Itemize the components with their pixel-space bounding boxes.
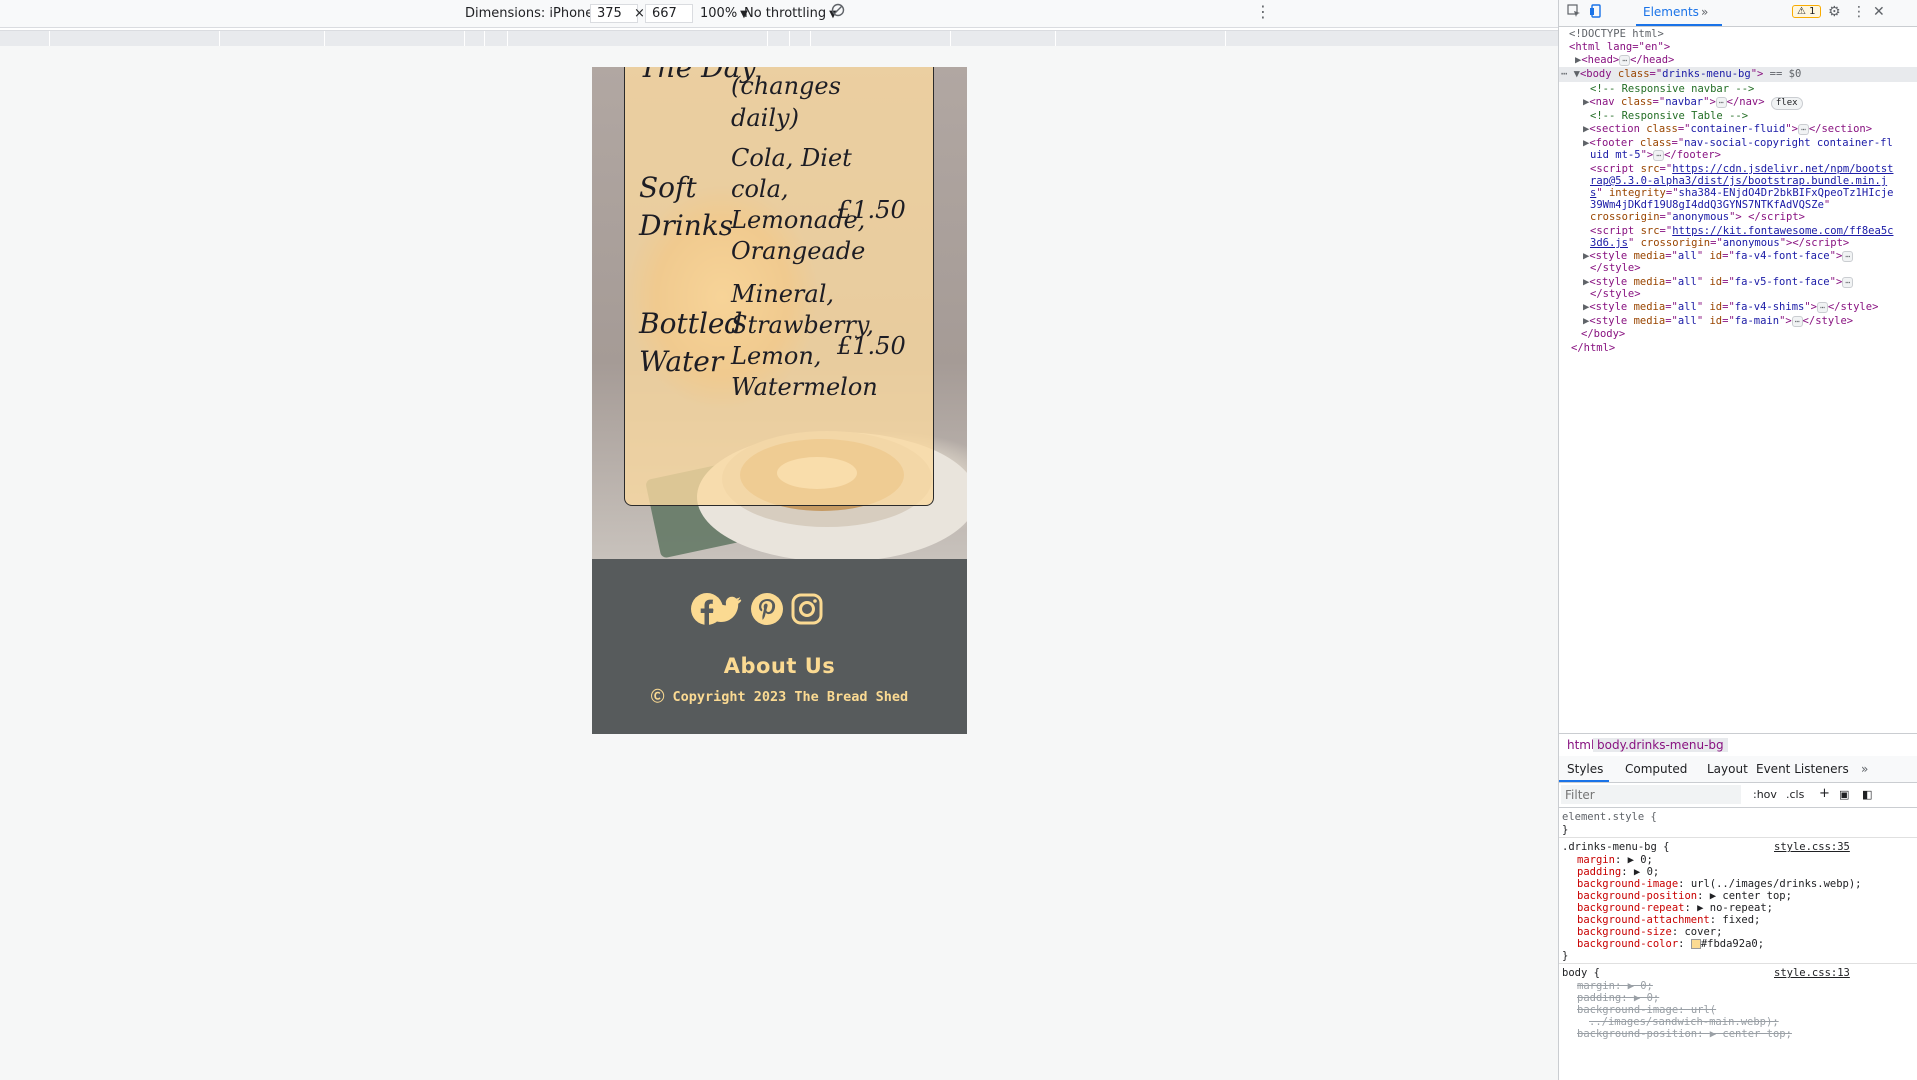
media-query-ruler <box>0 30 1558 47</box>
devtools-tabbar: Elements » ⚠ 1 ⚙ ⋮ ✕ <box>1559 0 1917 27</box>
device-viewport-area: The Day (changes daily) Soft Drinks Cola… <box>0 46 1558 1080</box>
inspect-element-icon[interactable] <box>1567 4 1581 22</box>
menu-item-price: £1.50 <box>837 196 906 224</box>
hover-state-toggle[interactable]: :hov <box>1753 788 1777 801</box>
styles-tabbar: Styles Computed Layout Event Listeners » <box>1559 756 1917 783</box>
throttling-dropdown[interactable]: No throttling ▼ <box>744 6 837 21</box>
menu-item-desc-line: Orangeade <box>731 237 866 265</box>
warnings-badge[interactable]: ⚠ 1 <box>1792 5 1821 18</box>
gear-icon[interactable]: ⚙ <box>1828 4 1841 20</box>
menu-item-name: Water <box>639 345 724 378</box>
rule-selector[interactable]: body { <box>1562 966 1600 980</box>
device-screen: The Day (changes daily) Soft Drinks Cola… <box>592 67 967 734</box>
dom-tree: <!DOCTYPE html> <html lang="en"> ▶<head>… <box>1559 27 1917 727</box>
rotate-icon[interactable] <box>831 3 845 21</box>
device-toggle-icon[interactable] <box>1589 4 1603 22</box>
css-declaration[interactable]: background-color: #fbda92a0; <box>1577 937 1764 951</box>
about-us-link[interactable]: About Us <box>592 654 967 678</box>
active-tab-indicator <box>1559 780 1609 782</box>
menu-item-name: Drinks <box>639 209 734 242</box>
color-swatch[interactable] <box>1690 939 1701 949</box>
rule-source-link[interactable]: style.css:13 <box>1774 966 1850 980</box>
tab-styles[interactable]: Styles <box>1567 762 1603 776</box>
dom-body-selected[interactable]: ⋯ ▼<body class="drinks-menu-bg"> == $0 <box>1559 67 1917 82</box>
dom-body-close: </body> <box>1581 328 1626 340</box>
devtools-panel: Elements » ⚠ 1 ⚙ ⋮ ✕ <!DOCTYPE html> <ht… <box>1558 0 1917 1080</box>
dom-script-cont: crossorigin="anonymous"> </script> <box>1590 211 1805 223</box>
paint-icon[interactable]: ▣ <box>1839 788 1849 801</box>
rule-close: } <box>1562 950 1569 962</box>
twitter-icon[interactable] <box>709 592 743 626</box>
tab-event-listeners[interactable]: Event Listeners <box>1756 762 1849 776</box>
element-style-rule[interactable]: element.style { <box>1562 810 1657 824</box>
dom-html-close: </html> <box>1571 342 1616 354</box>
dom-section[interactable]: ▶<section class="container-fluid"> ⋯ </sec… <box>1583 122 1872 137</box>
more-options-icon[interactable]: ⋮ <box>1255 2 1271 21</box>
pinterest-icon[interactable] <box>750 592 784 626</box>
styles-filter-bar: :hov .cls + ▣ ◧ <box>1559 783 1917 808</box>
dom-nav[interactable]: ▶<nav class="navbar"> ⋯ </nav> flex <box>1583 95 1803 110</box>
social-links <box>592 592 967 628</box>
device-toolbar: Dimensions: iPhone SE▼ × 100%▼ No thrott… <box>0 0 1558 28</box>
tab-layout[interactable]: Layout <box>1707 762 1748 776</box>
more-tabs-button[interactable]: » <box>1861 762 1868 776</box>
menu-item-desc-line: Watermelon <box>731 373 878 401</box>
more-tabs-button[interactable]: » <box>1701 5 1708 19</box>
copyright-text: Ⓒ Copyright 2023 The Bread Shed <box>650 689 909 705</box>
device-width-input[interactable] <box>590 4 638 23</box>
menu-item-desc-line: daily) <box>731 104 799 132</box>
styles-pane: element.style { } .drinks-menu-bg { styl… <box>1559 808 1917 1080</box>
breadcrumb-item[interactable]: body.drinks-menu-bg <box>1593 738 1728 752</box>
dom-head[interactable]: ▶<head> ⋯ </head> <box>1575 53 1674 68</box>
drinks-menu-table: The Day (changes daily) Soft Drinks Cola… <box>624 67 934 506</box>
active-tab-indicator <box>1636 24 1722 26</box>
site-footer: About Us Ⓒ Copyright 2023 The Bread Shed <box>592 559 967 734</box>
more-options-icon[interactable]: ⋮ <box>1852 4 1866 20</box>
zoom-dropdown[interactable]: 100% ▼ <box>700 6 748 21</box>
sidebar-toggle-icon[interactable]: ◧ <box>1862 788 1872 801</box>
device-height-input[interactable] <box>645 4 693 23</box>
styles-filter-input[interactable] <box>1561 785 1741 804</box>
tab-computed[interactable]: Computed <box>1625 762 1687 776</box>
dom-style-close: </style> <box>1590 262 1641 274</box>
rule-source-link[interactable]: style.css:35 <box>1774 840 1850 854</box>
tab-elements[interactable]: Elements <box>1643 5 1699 19</box>
dom-style[interactable]: ▶<style media="all" id="fa-v4-shims"> ⋯ </… <box>1583 300 1878 315</box>
menu-item-price: £1.50 <box>837 332 906 360</box>
breadcrumb-item[interactable]: html <box>1567 738 1594 752</box>
css-declaration-overridden[interactable]: background-position: ▶ center top; <box>1577 1027 1792 1041</box>
breadcrumb: html body.drinks-menu-bg <box>1559 733 1917 757</box>
times-sign: × <box>634 6 645 21</box>
class-toggle[interactable]: .cls <box>1786 788 1804 801</box>
rule-close: } <box>1562 824 1569 836</box>
close-icon[interactable]: ✕ <box>1873 4 1885 20</box>
instagram-icon[interactable] <box>790 592 824 626</box>
add-rule-icon[interactable]: + <box>1819 786 1830 801</box>
rule-selector[interactable]: .drinks-menu-bg { <box>1562 840 1669 854</box>
dom-footer-cont: uid mt-5"> ⋯ </footer> <box>1590 149 1721 161</box>
